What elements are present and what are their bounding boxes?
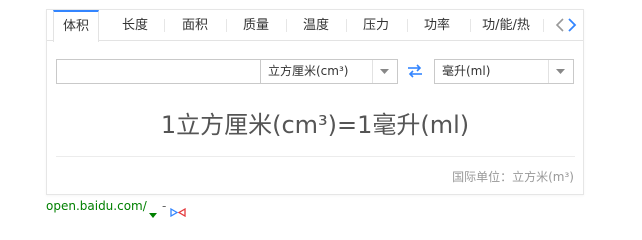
caret-down-icon[interactable] [372, 60, 397, 83]
footer-separator: - [162, 199, 167, 213]
swap-arrows-icon[interactable] [404, 61, 426, 81]
caret-down-icon[interactable] [149, 203, 157, 222]
divider [56, 156, 575, 157]
source-link[interactable]: open.baidu.com/ [46, 199, 147, 213]
from-unit-select[interactable]: 立方厘米(cm³) [260, 59, 398, 84]
tab-temperature[interactable]: 温度 [290, 10, 342, 41]
to-unit-select[interactable]: 毫升(ml) [434, 59, 574, 84]
chevron-left-icon[interactable] [555, 18, 567, 32]
to-unit-label: 毫升(ml) [442, 64, 491, 78]
tab-separator [543, 19, 544, 32]
from-unit-label: 立方厘米(cm³) [268, 64, 349, 78]
tab-separator [226, 19, 227, 32]
tab-volume[interactable]: 体积 [53, 10, 99, 42]
tab-separator [164, 19, 165, 32]
tab-separator [286, 19, 287, 32]
unit-category-tabs: 体积 长度 面积 质量 温度 压力 功率 功/能/热 [47, 10, 583, 42]
tab-separator [470, 19, 471, 32]
tab-pressure[interactable]: 压力 [350, 10, 402, 41]
conversion-result: 1立方厘米(cm³)=1毫升(ml) [160, 111, 470, 139]
caret-down-icon[interactable] [548, 60, 573, 83]
chevron-right-icon[interactable] [567, 18, 579, 32]
tab-mass[interactable]: 质量 [230, 10, 282, 41]
tab-area[interactable]: 面积 [168, 10, 222, 41]
unit-converter-card: 体积 长度 面积 质量 温度 压力 功率 功/能/热 1 立方厘米(cm³) [46, 9, 584, 195]
standard-unit-note: 国际单位：立方米(m³) [452, 170, 574, 184]
tab-work-energy-heat[interactable]: 功/能/热 [474, 10, 538, 41]
tab-separator [346, 19, 347, 32]
tab-separator [407, 19, 408, 32]
tab-length[interactable]: 长度 [110, 10, 160, 41]
tab-power[interactable]: 功率 [411, 10, 463, 41]
bow-tie-icon[interactable] [170, 202, 186, 221]
